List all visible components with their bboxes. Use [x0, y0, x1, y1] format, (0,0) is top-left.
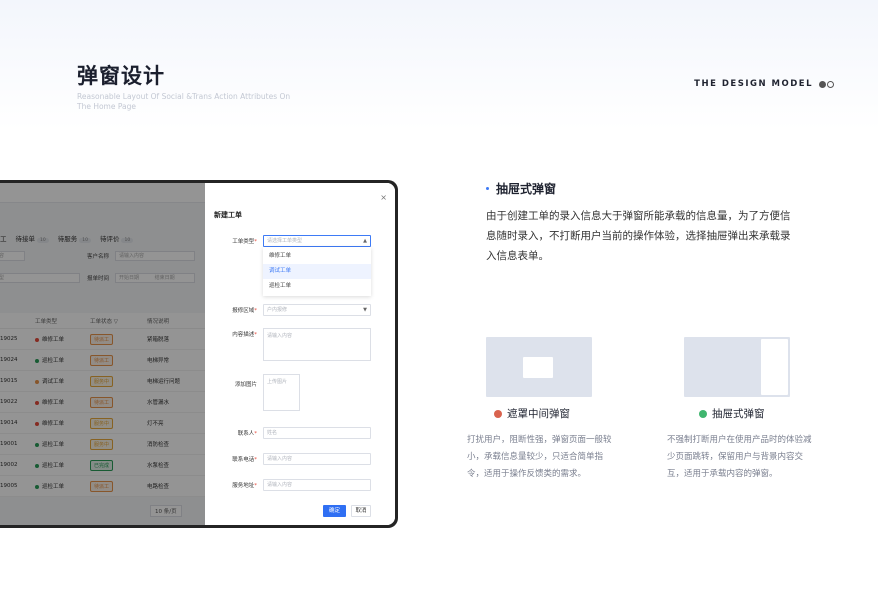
area-select[interactable]: 户内报修 ▼ [263, 304, 371, 316]
address-input[interactable]: 请输入内容 [263, 479, 371, 491]
overlay-mask[interactable] [0, 183, 205, 525]
dropdown-option[interactable]: 维修工单 [263, 249, 371, 264]
mockup-screen: 工待接单10待服务10待评价10 客户名称 请输入内容 内容 报单时间 开始日期… [0, 183, 395, 525]
page-subtitle: Reasonable Layout Of Social &Trans Actio… [77, 92, 291, 111]
type-placeholder: 请选择工单类型 [267, 238, 303, 244]
page-title: 弹窗设计 [77, 64, 165, 88]
type-label: 工单类型* [232, 239, 257, 245]
phone-input[interactable]: 请输入内容 [263, 453, 371, 465]
drawer-thumbnail [684, 337, 790, 397]
address-label: 服务地址* [232, 483, 257, 489]
modal-thumbnail [486, 337, 592, 397]
modal-description: 打扰用户，阻断性强，弹窗页面一般较小，承载信息量较少，只适合简单指令，适用于操作… [467, 435, 612, 479]
cancel-button[interactable]: 取消 [351, 505, 371, 517]
drawer-label: 抽屉式弹窗 [699, 406, 765, 421]
dot-empty-icon [827, 80, 834, 88]
modal-box [523, 357, 553, 378]
section-description: 由于创建工单的录入信息大于弹窗所能承载的信息量，为了方便信息随时录入，不打断用户… [486, 210, 791, 262]
contact-input[interactable]: 姓名 [263, 427, 371, 439]
desc-textarea[interactable]: 请输入内容 [263, 328, 371, 361]
contact-label-text: 联系人 [237, 431, 255, 437]
image-label: 添加图片 [234, 382, 257, 388]
desc-label: 内容描述* [232, 332, 257, 338]
dropdown-option[interactable]: 巡检工单 [263, 279, 371, 294]
phone-label-text: 联系电话 [232, 457, 255, 463]
modal-label-text: 遮罩中间弹窗 [507, 408, 570, 420]
address-label-text: 服务地址 [232, 483, 255, 489]
drawer-title: 新建工单 [214, 211, 242, 219]
type-dropdown: 维修工单 调试工单 巡检工单 [263, 247, 371, 296]
drawer-box [761, 339, 788, 395]
chevron-up-icon: ▲ [363, 238, 367, 244]
desc-label-text: 内容描述 [232, 332, 255, 338]
drawer-dot-icon [699, 409, 707, 418]
bullet-icon [486, 187, 489, 190]
area-label-text: 报修区域 [232, 308, 255, 314]
type-label-text: 工单类型 [232, 239, 255, 245]
drawer-label-text: 抽屉式弹窗 [712, 408, 765, 420]
chevron-down-icon: ▼ [363, 307, 367, 313]
design-model-label: THE DESIGN MODEL [694, 79, 834, 89]
image-upload[interactable]: 上传图片 [263, 374, 300, 411]
modal-label: 遮罩中间弹窗 [494, 406, 570, 421]
new-order-drawer: × 新建工单 工单类型* 请选择工单类型 ▲ 维修工单 调试工单 巡检工单 报修区域… [205, 183, 395, 525]
section-title-text: 抽屉式弹窗 [496, 182, 557, 196]
drawer-description: 不强制打断用户在使用产品时的体验减少页面跳转，保留用户与背景内容交互，适用于承载… [667, 435, 812, 479]
phone-label: 联系电话* [232, 457, 257, 463]
section-title: 抽屉式弹窗 [486, 180, 556, 197]
design-model-text: THE DESIGN MODEL [694, 79, 813, 89]
area-placeholder: 户内报修 [267, 307, 288, 313]
dropdown-option[interactable]: 调试工单 [263, 264, 371, 279]
tablet-mockup: 工待接单10待服务10待评价10 客户名称 请输入内容 内容 报单时间 开始日期… [0, 180, 398, 528]
area-label: 报修区域* [232, 308, 257, 314]
type-select[interactable]: 请选择工单类型 ▲ [263, 235, 371, 247]
pagination-dots [819, 80, 834, 88]
modal-dot-icon [494, 409, 502, 418]
confirm-button[interactable]: 确定 [323, 505, 346, 517]
contact-label: 联系人* [237, 431, 257, 437]
close-icon[interactable]: × [380, 193, 387, 202]
dot-filled-icon [819, 80, 826, 88]
